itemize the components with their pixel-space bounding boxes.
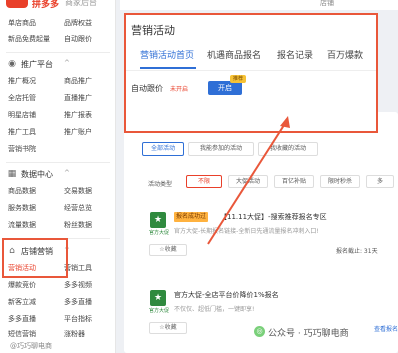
wechat-icon: ◎ [254,326,265,337]
annotation-arrow [207,116,290,245]
watermark-text: 公众号 · 巧巧聊电商 [268,329,349,339]
